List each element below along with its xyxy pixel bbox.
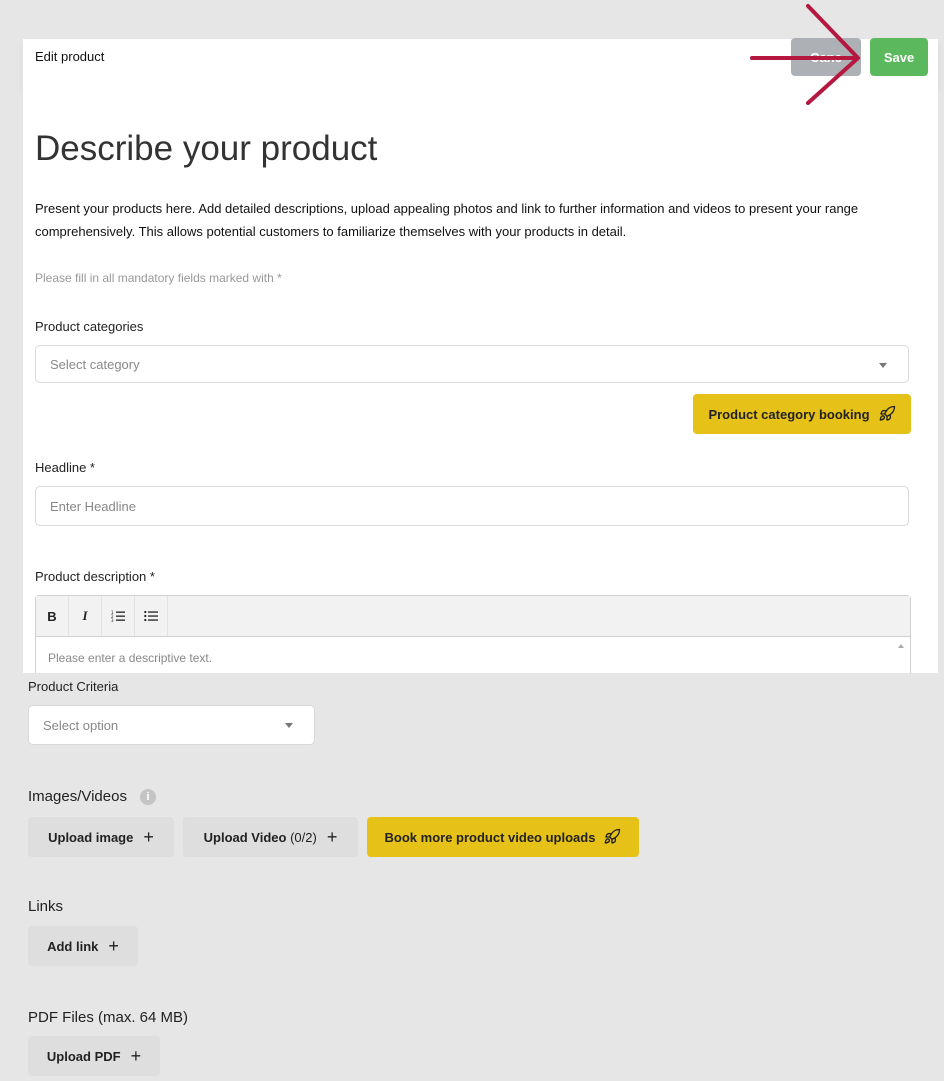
upload-image-button[interactable]: Upload image + [28, 817, 174, 857]
editor-toolbar: B I 123 [36, 596, 910, 637]
scroll-up-icon[interactable] [898, 644, 904, 648]
ordered-list-button[interactable]: 123 [102, 596, 135, 636]
book-more-video-button[interactable]: Book more product video uploads [367, 817, 639, 857]
criteria-label: Product Criteria [28, 679, 119, 694]
images-videos-title: Images/Videos [28, 788, 127, 805]
category-booking-label: Product category booking [708, 406, 870, 422]
video-count: (0/2) [290, 829, 317, 845]
plus-icon: + [130, 1046, 142, 1066]
categories-label: Product categories [35, 319, 144, 334]
add-link-label: Add link [47, 938, 99, 954]
bullet-list-icon [144, 610, 158, 622]
chevron-down-icon [285, 723, 293, 728]
save-button[interactable]: Save [870, 38, 928, 76]
product-form-panel: Describe your product Present your produ… [23, 87, 938, 673]
links-title: Links [28, 898, 64, 915]
description-label: Product description * [35, 569, 155, 584]
upload-pdf-label: Upload PDF [46, 1048, 121, 1064]
description-placeholder: Please enter a descriptive text. [48, 651, 213, 665]
svg-text:3: 3 [111, 618, 114, 622]
plus-icon: + [108, 936, 119, 956]
category-select[interactable]: Select category [35, 345, 909, 383]
pdf-files-title: PDF Files (max. 64 MB) [28, 1009, 189, 1026]
upload-image-label: Upload image [48, 829, 134, 845]
rocket-icon [879, 405, 895, 421]
add-link-button[interactable]: Add link + [28, 926, 138, 966]
ordered-list-icon: 123 [111, 610, 125, 622]
cancel-button[interactable]: Canc [791, 38, 861, 76]
headline-input[interactable]: Enter Headline [35, 486, 909, 526]
intro-text: Present your products here. Add detailed… [35, 201, 859, 239]
headline-label: Headline * [35, 460, 95, 475]
book-more-video-label: Book more product video uploads [384, 829, 596, 845]
category-select-placeholder: Select category [50, 357, 140, 372]
upload-video-button[interactable]: Upload Video (0/2) + [183, 817, 358, 857]
headline-placeholder: Enter Headline [50, 499, 136, 514]
category-booking-button[interactable]: Product category booking [693, 394, 911, 434]
mandatory-note: Please fill in all mandatory fields mark… [35, 271, 282, 285]
upload-video-label: Upload Video [203, 829, 287, 845]
upload-pdf-button[interactable]: Upload PDF + [28, 1036, 160, 1076]
plus-icon: + [143, 827, 154, 847]
criteria-select-placeholder: Select option [43, 718, 119, 733]
rocket-icon [605, 828, 621, 844]
bullet-list-button[interactable] [135, 596, 168, 636]
page-title: Edit product [35, 49, 105, 64]
italic-button[interactable]: I [69, 596, 102, 636]
criteria-select[interactable]: Select option [28, 705, 315, 745]
chevron-down-icon [879, 363, 887, 368]
description-editor[interactable]: B I 123 Please enter a descriptive text. [35, 595, 911, 673]
plus-icon: + [326, 827, 338, 847]
top-bar: Edit product Canc Save [23, 38, 938, 87]
section-heading: Describe your product [35, 129, 378, 168]
bold-button[interactable]: B [36, 596, 69, 636]
info-icon[interactable]: i [140, 789, 156, 805]
